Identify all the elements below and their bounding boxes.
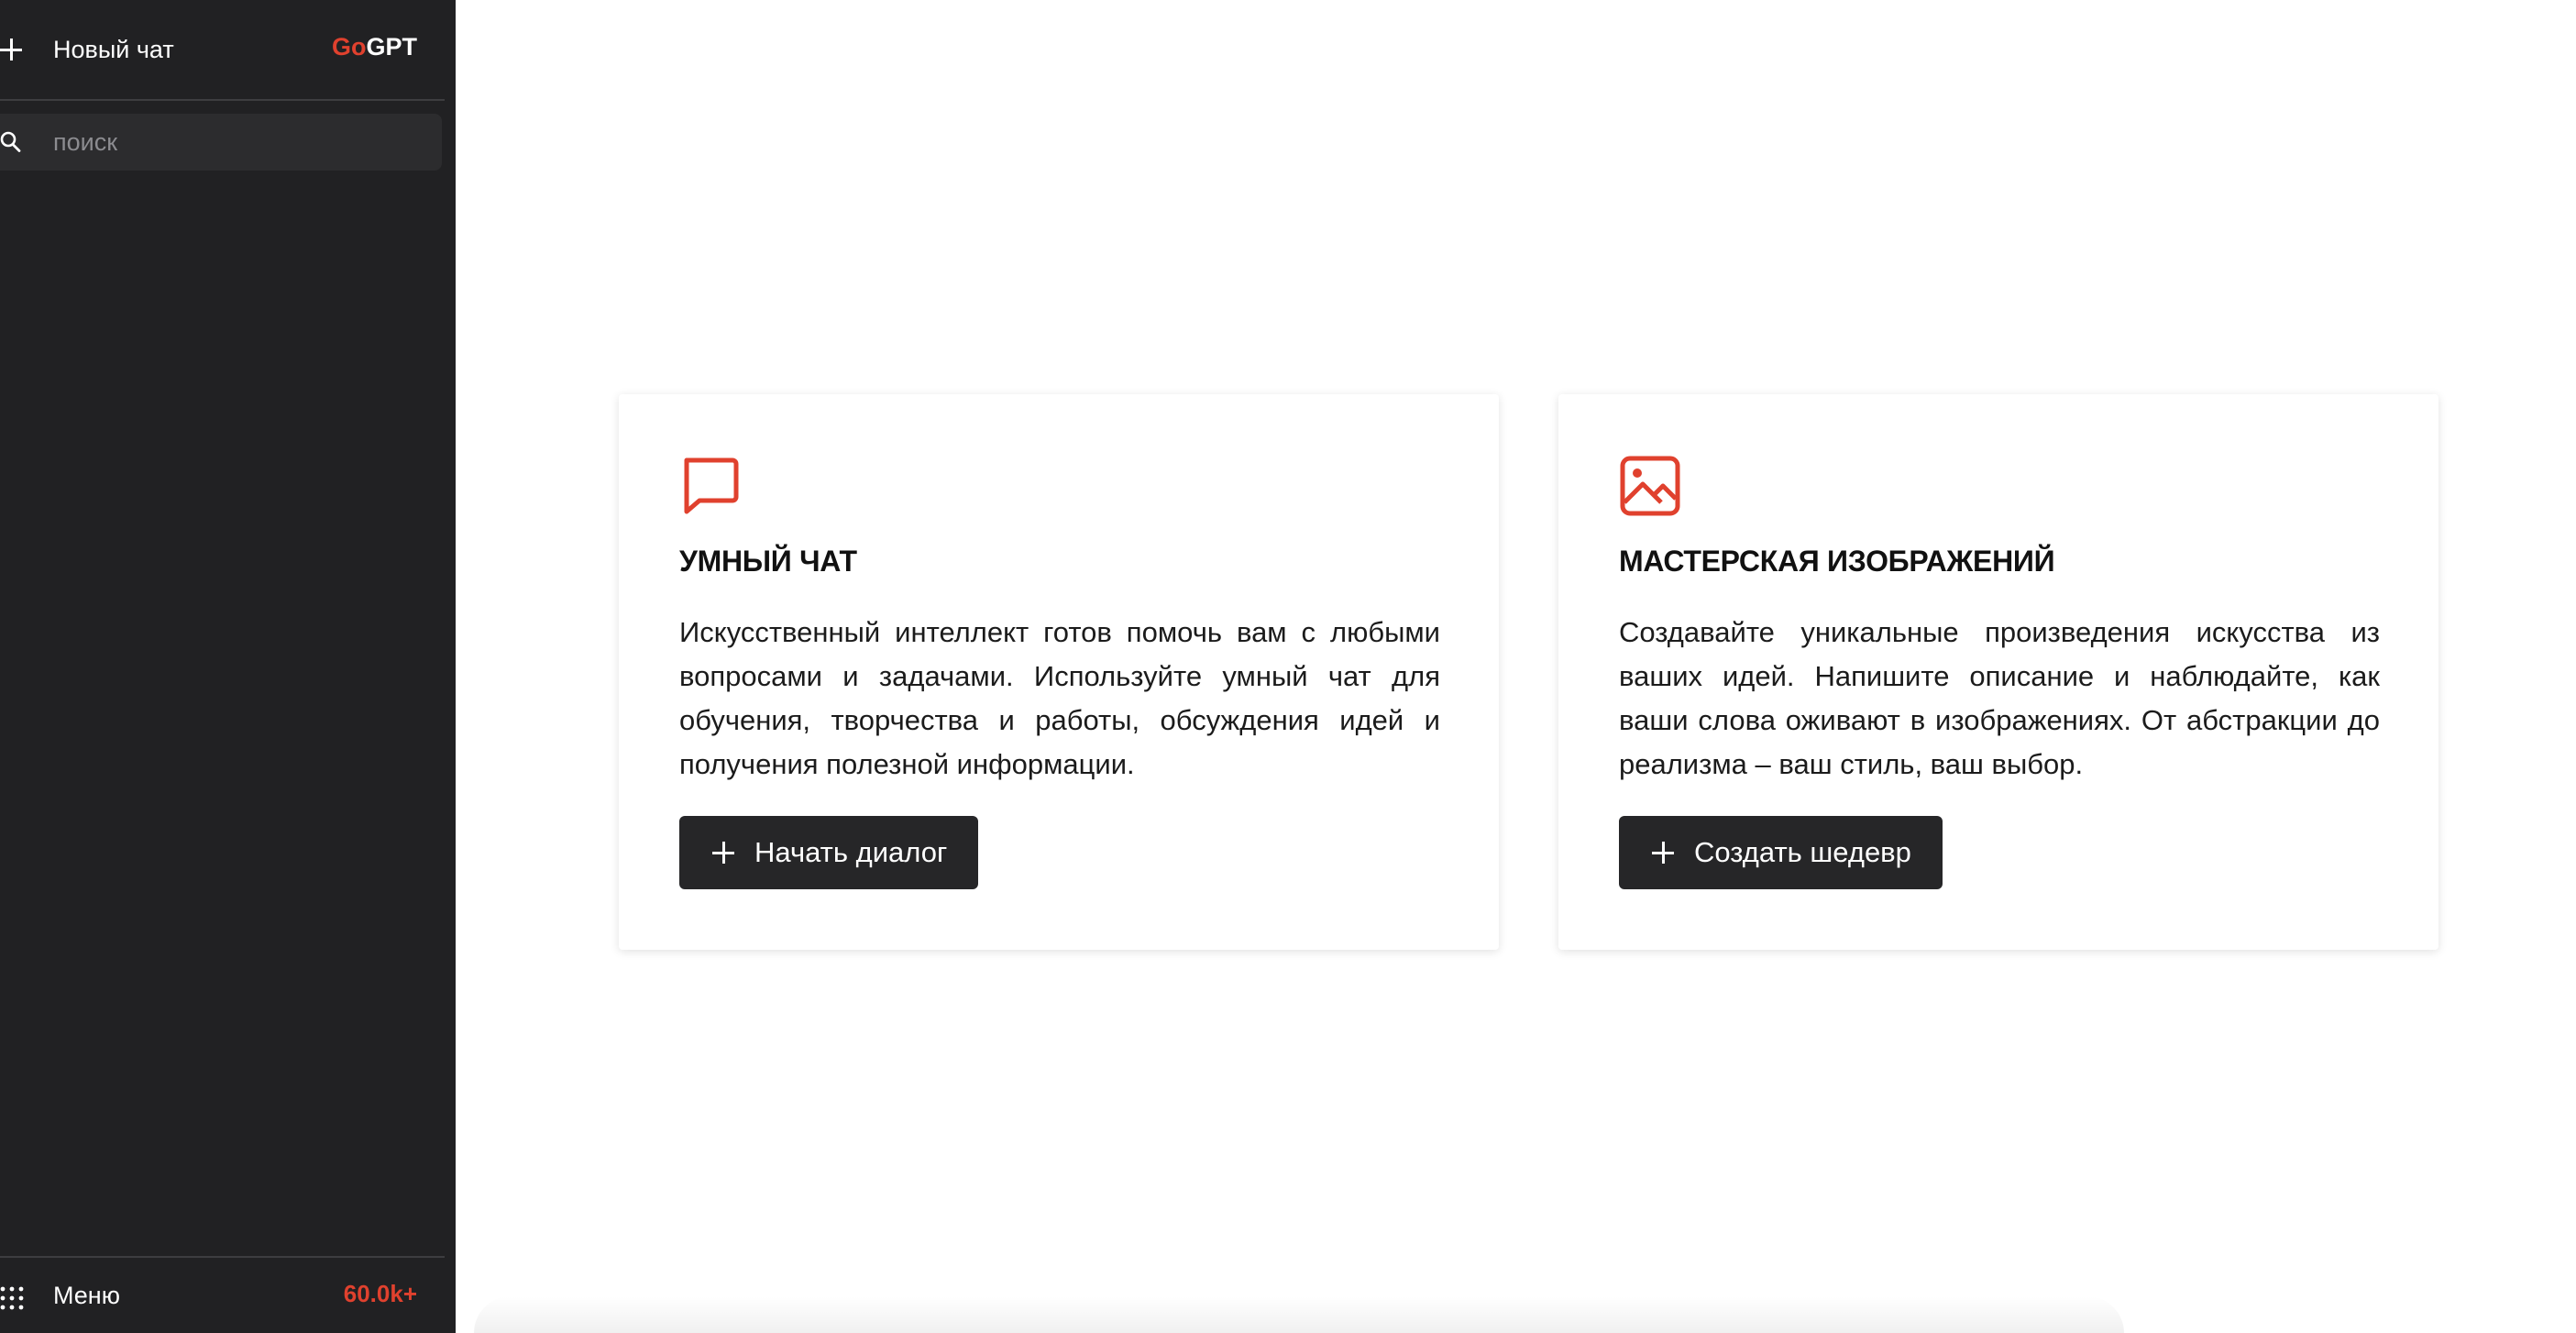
- sidebar-footer: Меню 60.0k+: [0, 1256, 445, 1333]
- card-title: УМНЫЙ ЧАТ: [679, 545, 857, 578]
- logo[interactable]: GoGPT: [332, 33, 417, 61]
- button-label: Начать диалог: [754, 836, 948, 868]
- new-chat-label: Новый чат: [53, 35, 174, 63]
- count-badge: 60.0k+: [343, 1280, 417, 1307]
- chat-bubble-icon: [684, 457, 739, 514]
- search-box: [0, 114, 442, 171]
- card-title: МАСТЕРСКАЯ ИЗОБРАЖЕНИЙ: [1619, 545, 2055, 578]
- app-window: Новый чат GoGPT поиск Меню 60.0k+ УМНЫЙ …: [0, 0, 2576, 1333]
- card-description: Искусственный интеллект готов помочь вам…: [679, 616, 1440, 780]
- plus-icon: [0, 39, 22, 61]
- search-icon: [0, 131, 21, 152]
- main-content: УМНЫЙ ЧАТ Искусственный интеллект готов …: [456, 0, 2576, 1333]
- start-dialog-button[interactable]: Начать диалог: [679, 816, 979, 889]
- logo-go: Go: [331, 33, 367, 61]
- sidebar: Новый чат GoGPT поиск Меню 60.0k+: [0, 0, 456, 1333]
- card-description: Создавайте уникальные произведения искус…: [1619, 616, 2380, 780]
- smart-chat-card: УМНЫЙ ЧАТ Искусственный интеллект готов …: [619, 394, 1499, 950]
- image-workshop-card: МАСТЕРСКАЯ ИЗОБРАЖЕНИЙ Создавайте уникал…: [1558, 394, 2438, 950]
- button-label: Создать шедевр: [1694, 836, 1911, 868]
- create-masterpiece-button[interactable]: Создать шедевр: [1619, 816, 1943, 889]
- plus-icon: [712, 842, 734, 864]
- plus-icon: [1652, 842, 1674, 864]
- input-area-shadow: [474, 1296, 2124, 1333]
- menu-label: Меню: [53, 1282, 120, 1309]
- grid-icon: [0, 1286, 24, 1310]
- sidebar-header: Новый чат GoGPT: [0, 0, 445, 101]
- new-chat-button[interactable]: Новый чат: [0, 26, 174, 73]
- logo-gpt: GPT: [366, 33, 417, 61]
- search-input[interactable]: [53, 114, 420, 171]
- image-icon: [1620, 456, 1680, 516]
